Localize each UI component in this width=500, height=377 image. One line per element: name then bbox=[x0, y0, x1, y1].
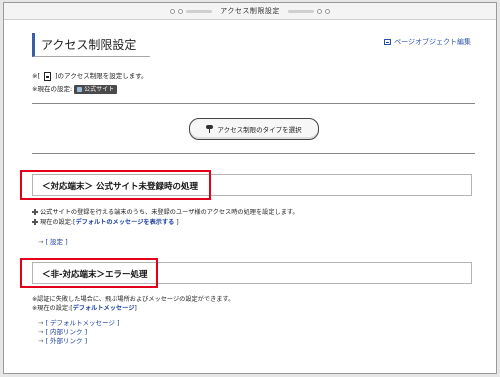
window-bar-icon bbox=[287, 9, 314, 13]
info-line-target: ※[ ]のアクセス制限を設定します。 bbox=[32, 70, 148, 83]
internal-link-link[interactable]: →[ 内部リンク ] bbox=[38, 328, 87, 337]
asterisk-icon bbox=[32, 219, 38, 225]
arrow-icon: → bbox=[38, 337, 44, 345]
select-restriction-type-button[interactable]: アクセス制限のタイプを選択 bbox=[189, 118, 319, 140]
section1-current-value: デフォルトのメッセージを表示する bbox=[75, 219, 175, 226]
external-link-label[interactable]: [ 外部リンク ] bbox=[45, 337, 87, 345]
window-dot-icon[interactable] bbox=[324, 8, 330, 14]
arrow-icon: → bbox=[38, 328, 44, 336]
section1-current-prefix: 現在の設定:[ bbox=[40, 219, 76, 226]
section1-desc-text: 公式サイトの登録を行える端末のうち、未登録のユーザ様のアクセス時の処理を設定しま… bbox=[40, 209, 299, 216]
asterisk-icon bbox=[32, 209, 38, 215]
window-title: アクセス制限設定 bbox=[220, 7, 280, 15]
tree-icon bbox=[206, 125, 214, 133]
highlight-box bbox=[20, 170, 211, 200]
window-dot-icon[interactable] bbox=[178, 8, 184, 14]
info-line-current: ※現在の設定: 公式サイト bbox=[32, 83, 148, 96]
external-link-link[interactable]: →[ 外部リンク ] bbox=[38, 337, 87, 346]
section2-current-value: デフォルトメッセージ bbox=[72, 305, 135, 312]
badge-label: 公式サイト bbox=[84, 86, 115, 93]
section2-desc-text: ※認証に失敗した場合に、飛ぶ場所およびメッセージの設定ができます。 bbox=[32, 296, 235, 303]
default-message-label[interactable]: [ デフォルトメッセージ ] bbox=[45, 319, 119, 327]
page-object-edit-label[interactable]: ページオブジェクト編集 bbox=[394, 37, 471, 47]
default-message-link[interactable]: →[ デフォルトメッセージ ] bbox=[38, 319, 120, 328]
window-controls-left[interactable] bbox=[170, 8, 213, 14]
section1-current-setting: 現在の設定:[デフォルトのメッセージを表示する ] bbox=[32, 218, 179, 228]
arrow-icon: → bbox=[38, 238, 44, 246]
info-prefix: ※[ bbox=[32, 72, 40, 80]
select-restriction-type-label: アクセス制限のタイプを選択 bbox=[217, 126, 302, 134]
page-title: アクセス制限設定 bbox=[32, 33, 150, 57]
info-suffix: ]のアクセス制限を設定します。 bbox=[54, 72, 148, 80]
current-setting-label: ※現在の設定: bbox=[32, 85, 73, 93]
section1-description: 公式サイトの登録を行える端末のうち、未登録のユーザ様のアクセス時の処理を設定しま… bbox=[32, 208, 299, 218]
section2-current-setting: ※現在の設定:[デフォルトメッセージ] bbox=[32, 304, 137, 314]
settings-link-label[interactable]: [ 設定 ] bbox=[45, 238, 67, 246]
section2-current-prefix: ※現在の設定:[ bbox=[32, 305, 73, 312]
divider bbox=[32, 103, 475, 104]
browser-window: アクセス制限設定 アクセス制限設定 ページオブジェクト編集 ※[ ]のアクセス制… bbox=[3, 2, 497, 374]
section1-settings-link[interactable]: →[ 設定 ] bbox=[38, 238, 68, 247]
section2-current-suffix: ] bbox=[134, 305, 137, 312]
page-title-text: アクセス制限設定 bbox=[41, 38, 137, 52]
window-controls-right bbox=[287, 8, 330, 14]
internal-link-label[interactable]: [ 内部リンク ] bbox=[45, 328, 87, 336]
title-bar: アクセス制限設定 bbox=[4, 3, 496, 20]
window-dot-icon[interactable] bbox=[170, 8, 176, 14]
official-site-badge: 公式サイト bbox=[74, 85, 118, 94]
document-icon bbox=[43, 72, 51, 81]
window-bar-icon bbox=[186, 9, 213, 13]
site-icon bbox=[77, 87, 83, 92]
edit-icon bbox=[384, 39, 392, 45]
highlight-box bbox=[20, 258, 158, 288]
arrow-icon: → bbox=[38, 319, 44, 327]
info-block: ※[ ]のアクセス制限を設定します。 ※現在の設定: 公式サイト bbox=[32, 70, 148, 96]
divider bbox=[32, 153, 475, 154]
page-object-edit-link[interactable]: ページオブジェクト編集 bbox=[384, 37, 471, 47]
window-dot-icon[interactable] bbox=[316, 8, 322, 14]
section1-current-suffix: ] bbox=[174, 219, 179, 226]
